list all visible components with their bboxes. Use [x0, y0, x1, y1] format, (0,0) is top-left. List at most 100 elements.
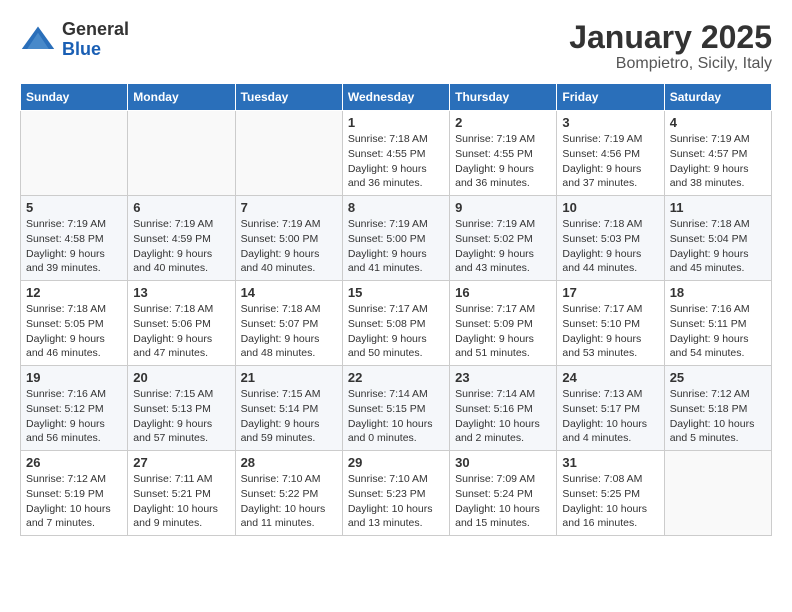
day-info: Sunrise: 7:15 AM Sunset: 5:13 PM Dayligh…	[133, 387, 229, 446]
day-number: 26	[26, 455, 122, 470]
calendar-cell: 7Sunrise: 7:19 AM Sunset: 5:00 PM Daylig…	[235, 196, 342, 281]
calendar-cell: 8 Sunrise: 7:19 AM Sunset: 5:00 PM Daylig…	[342, 196, 449, 281]
day-info: Sunrise: 7:19 AM Sunset: 4:59 PM Dayligh…	[133, 217, 229, 276]
day-number: 6	[133, 200, 229, 215]
week-row-3: 12Sunrise: 7:18 AM Sunset: 5:05 PM Dayli…	[21, 281, 772, 366]
logo-icon	[20, 22, 56, 58]
day-number: 18	[670, 285, 766, 300]
day-number: 17	[562, 285, 658, 300]
day-number: 4	[670, 115, 766, 130]
day-number: 23	[455, 370, 551, 385]
calendar-cell: 30 Sunrise: 7:09 AM Sunset: 5:24 PM Dayli…	[450, 451, 557, 536]
week-row-2: 5Sunrise: 7:19 AM Sunset: 4:58 PM Daylig…	[21, 196, 772, 281]
calendar-cell: 15Sunrise: 7:17 AM Sunset: 5:08 PM Dayli…	[342, 281, 449, 366]
weekday-header-saturday: Saturday	[664, 84, 771, 111]
calendar-cell: 1Sunrise: 7:18 AM Sunset: 4:55 PM Daylig…	[342, 111, 449, 196]
day-info: Sunrise: 7:18 AM Sunset: 5:06 PM Dayligh…	[133, 302, 229, 361]
page-header: General Blue January 2025 Bompietro, Sic…	[20, 20, 772, 73]
day-info: Sunrise: 7:10 AM Sunset: 5:23 PM Dayligh…	[348, 472, 444, 531]
day-number: 31	[562, 455, 658, 470]
weekday-header-sunday: Sunday	[21, 84, 128, 111]
weekday-header-tuesday: Tuesday	[235, 84, 342, 111]
week-row-5: 26 Sunrise: 7:12 AM Sunset: 5:19 PM Dayli…	[21, 451, 772, 536]
calendar-cell	[21, 111, 128, 196]
calendar-cell: 22Sunrise: 7:14 AM Sunset: 5:15 PM Dayli…	[342, 366, 449, 451]
calendar-cell: 31 Sunrise: 7:08 AM Sunset: 5:25 PM Dayli…	[557, 451, 664, 536]
calendar-cell: 27 Sunrise: 7:11 AM Sunset: 5:21 PM Dayli…	[128, 451, 235, 536]
calendar-cell	[235, 111, 342, 196]
calendar-cell: 16 Sunrise: 7:17 AM Sunset: 5:09 PM Dayli…	[450, 281, 557, 366]
calendar-cell: 6 Sunrise: 7:19 AM Sunset: 4:59 PM Daylig…	[128, 196, 235, 281]
day-info: Sunrise: 7:19 AM Sunset: 5:00 PM Dayligh…	[348, 217, 444, 276]
logo: General Blue	[20, 20, 129, 60]
day-info: Sunrise: 7:19 AM Sunset: 4:58 PM Dayligh…	[26, 217, 122, 276]
calendar-cell: 9 Sunrise: 7:19 AM Sunset: 5:02 PM Daylig…	[450, 196, 557, 281]
day-info: Sunrise: 7:11 AM Sunset: 5:21 PM Dayligh…	[133, 472, 229, 531]
calendar-cell: 18 Sunrise: 7:16 AM Sunset: 5:11 PM Dayli…	[664, 281, 771, 366]
calendar-cell: 26 Sunrise: 7:12 AM Sunset: 5:19 PM Dayli…	[21, 451, 128, 536]
day-number: 9	[455, 200, 551, 215]
page-title: January 2025	[569, 20, 772, 55]
day-info: Sunrise: 7:17 AM Sunset: 5:09 PM Dayligh…	[455, 302, 551, 361]
day-info: Sunrise: 7:17 AM Sunset: 5:10 PM Dayligh…	[562, 302, 658, 361]
day-number: 30	[455, 455, 551, 470]
calendar-cell: 4 Sunrise: 7:19 AM Sunset: 4:57 PM Daylig…	[664, 111, 771, 196]
calendar-cell: 24 Sunrise: 7:13 AM Sunset: 5:17 PM Dayli…	[557, 366, 664, 451]
calendar-cell	[664, 451, 771, 536]
day-info: Sunrise: 7:19 AM Sunset: 5:02 PM Dayligh…	[455, 217, 551, 276]
day-number: 22	[348, 370, 444, 385]
calendar-cell: 20 Sunrise: 7:15 AM Sunset: 5:13 PM Dayli…	[128, 366, 235, 451]
calendar-cell	[128, 111, 235, 196]
day-info: Sunrise: 7:18 AM Sunset: 5:07 PM Dayligh…	[241, 302, 337, 361]
day-info: Sunrise: 7:19 AM Sunset: 4:55 PM Dayligh…	[455, 132, 551, 191]
calendar-cell: 5Sunrise: 7:19 AM Sunset: 4:58 PM Daylig…	[21, 196, 128, 281]
day-info: Sunrise: 7:16 AM Sunset: 5:11 PM Dayligh…	[670, 302, 766, 361]
calendar-cell: 10Sunrise: 7:18 AM Sunset: 5:03 PM Dayli…	[557, 196, 664, 281]
day-info: Sunrise: 7:19 AM Sunset: 4:56 PM Dayligh…	[562, 132, 658, 191]
day-info: Sunrise: 7:12 AM Sunset: 5:18 PM Dayligh…	[670, 387, 766, 446]
week-row-4: 19Sunrise: 7:16 AM Sunset: 5:12 PM Dayli…	[21, 366, 772, 451]
day-number: 8	[348, 200, 444, 215]
day-number: 11	[670, 200, 766, 215]
day-info: Sunrise: 7:10 AM Sunset: 5:22 PM Dayligh…	[241, 472, 337, 531]
weekday-header-friday: Friday	[557, 84, 664, 111]
calendar-cell: 25 Sunrise: 7:12 AM Sunset: 5:18 PM Dayli…	[664, 366, 771, 451]
day-number: 19	[26, 370, 122, 385]
day-info: Sunrise: 7:12 AM Sunset: 5:19 PM Dayligh…	[26, 472, 122, 531]
calendar-cell: 28 Sunrise: 7:10 AM Sunset: 5:22 PM Dayli…	[235, 451, 342, 536]
calendar-cell: 21 Sunrise: 7:15 AM Sunset: 5:14 PM Dayli…	[235, 366, 342, 451]
day-number: 2	[455, 115, 551, 130]
day-number: 14	[241, 285, 337, 300]
day-number: 3	[562, 115, 658, 130]
day-number: 28	[241, 455, 337, 470]
day-info: Sunrise: 7:14 AM Sunset: 5:16 PM Dayligh…	[455, 387, 551, 446]
day-number: 25	[670, 370, 766, 385]
day-number: 20	[133, 370, 229, 385]
calendar-cell: 14 Sunrise: 7:18 AM Sunset: 5:07 PM Dayli…	[235, 281, 342, 366]
title-block: January 2025 Bompietro, Sicily, Italy	[569, 20, 772, 73]
calendar-cell: 23 Sunrise: 7:14 AM Sunset: 5:16 PM Dayli…	[450, 366, 557, 451]
day-info: Sunrise: 7:18 AM Sunset: 5:04 PM Dayligh…	[670, 217, 766, 276]
day-info: Sunrise: 7:15 AM Sunset: 5:14 PM Dayligh…	[241, 387, 337, 446]
day-number: 21	[241, 370, 337, 385]
calendar-cell: 3 Sunrise: 7:19 AM Sunset: 4:56 PM Daylig…	[557, 111, 664, 196]
calendar-cell: 13Sunrise: 7:18 AM Sunset: 5:06 PM Dayli…	[128, 281, 235, 366]
day-number: 1	[348, 115, 444, 130]
day-info: Sunrise: 7:13 AM Sunset: 5:17 PM Dayligh…	[562, 387, 658, 446]
weekday-header-row: SundayMondayTuesdayWednesdayThursdayFrid…	[21, 84, 772, 111]
day-info: Sunrise: 7:19 AM Sunset: 4:57 PM Dayligh…	[670, 132, 766, 191]
day-number: 27	[133, 455, 229, 470]
day-number: 16	[455, 285, 551, 300]
calendar-cell: 17 Sunrise: 7:17 AM Sunset: 5:10 PM Dayli…	[557, 281, 664, 366]
calendar-cell: 11 Sunrise: 7:18 AM Sunset: 5:04 PM Dayli…	[664, 196, 771, 281]
day-info: Sunrise: 7:08 AM Sunset: 5:25 PM Dayligh…	[562, 472, 658, 531]
logo-text: General Blue	[62, 20, 129, 60]
week-row-1: 1Sunrise: 7:18 AM Sunset: 4:55 PM Daylig…	[21, 111, 772, 196]
weekday-header-wednesday: Wednesday	[342, 84, 449, 111]
day-info: Sunrise: 7:18 AM Sunset: 5:03 PM Dayligh…	[562, 217, 658, 276]
day-info: Sunrise: 7:09 AM Sunset: 5:24 PM Dayligh…	[455, 472, 551, 531]
day-number: 24	[562, 370, 658, 385]
calendar-cell: 2 Sunrise: 7:19 AM Sunset: 4:55 PM Daylig…	[450, 111, 557, 196]
day-info: Sunrise: 7:17 AM Sunset: 5:08 PM Dayligh…	[348, 302, 444, 361]
day-number: 29	[348, 455, 444, 470]
